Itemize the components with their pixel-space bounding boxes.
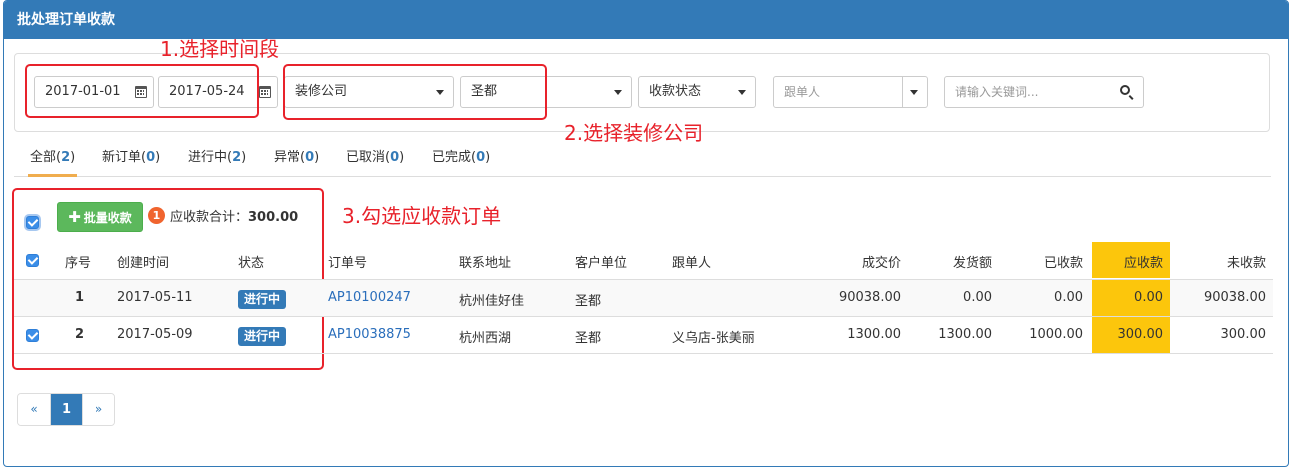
- header-checkbox[interactable]: [26, 254, 39, 267]
- col-deal-price: 成交价: [861, 256, 901, 271]
- next-page-button[interactable]: »: [82, 394, 114, 425]
- select-all-checkbox[interactable]: [26, 216, 39, 229]
- col-shipped: 发货额: [952, 256, 992, 271]
- status-badge: 进行中: [238, 290, 287, 309]
- order-link[interactable]: AP10100247: [328, 290, 411, 305]
- tab-new[interactable]: 新订单(0): [100, 144, 162, 177]
- row-no: 1: [75, 290, 85, 305]
- sum-label: 应收款合计：: [170, 210, 249, 225]
- row-received: 0.00: [1054, 290, 1083, 305]
- row-checkbox[interactable]: [26, 329, 39, 342]
- annotation-step3: 3.勾选应收款订单: [342, 204, 502, 228]
- col-created: 创建时间: [117, 256, 170, 271]
- col-address: 联系地址: [459, 256, 512, 271]
- col-customer: 客户单位: [575, 256, 628, 271]
- row-customer: 圣都: [575, 294, 602, 309]
- receivable-sum: 应收款合计：300.00: [170, 206, 298, 225]
- keyword-search-input[interactable]: 请输入关键词...: [944, 76, 1111, 108]
- payment-status-value: 收款状态: [649, 84, 702, 99]
- selected-count-badge: 1: [148, 207, 165, 224]
- row-follower: 义乌店-张美丽: [672, 331, 755, 346]
- row-deal-price: 90038.00: [838, 290, 901, 305]
- page-1-button[interactable]: 1: [50, 394, 82, 425]
- tab-completed[interactable]: 已完成(0): [430, 144, 492, 177]
- col-status: 状态: [238, 256, 265, 271]
- col-order-no: 订单号: [328, 256, 368, 271]
- caret-down-icon: [614, 90, 622, 95]
- batch-payment-label: 批量收款: [83, 211, 132, 225]
- row-created: 2017-05-09: [117, 327, 193, 342]
- divider: [902, 77, 903, 107]
- order-link[interactable]: AP10038875: [328, 327, 411, 342]
- tab-exception[interactable]: 异常(0): [272, 144, 321, 177]
- annotation-step2: 2.选择装修公司: [564, 121, 704, 145]
- row-address: 杭州西湖: [459, 331, 512, 346]
- row-customer: 圣都: [575, 331, 602, 346]
- row-receivable: 300.00: [1117, 327, 1164, 342]
- search-icon: [1120, 85, 1130, 95]
- prev-page-button[interactable]: «: [18, 394, 50, 425]
- row-unpaid: 90038.00: [1203, 290, 1266, 305]
- sum-value: 300.00: [248, 210, 299, 225]
- status-tabs: 全部(2) 新订单(0) 进行中(2) 异常(0) 已取消(0) 已完成(0): [14, 144, 1271, 177]
- row-no: 2: [75, 327, 85, 342]
- row-shipped: 0.00: [963, 290, 992, 305]
- row-unpaid: 300.00: [1220, 327, 1267, 342]
- caret-down-icon: [910, 90, 918, 95]
- batch-payment-button[interactable]: ✚ 批量收款: [57, 202, 143, 232]
- search-button[interactable]: [1110, 76, 1144, 108]
- row-deal-price: 1300.00: [847, 327, 901, 342]
- tab-in-progress[interactable]: 进行中(2): [186, 144, 248, 177]
- keyword-placeholder: 请输入关键词...: [955, 85, 1039, 99]
- annotation-box-company: [283, 64, 547, 120]
- annotation-step1: 1.选择时间段: [160, 37, 280, 61]
- plus-icon: ✚: [68, 208, 81, 226]
- tab-cancelled[interactable]: 已取消(0): [344, 144, 406, 177]
- col-no: 序号: [65, 256, 92, 271]
- tab-all[interactable]: 全部(2): [28, 144, 78, 177]
- status-badge: 进行中: [238, 327, 287, 346]
- row-created: 2017-05-11: [117, 290, 193, 305]
- col-follower: 跟单人: [672, 256, 712, 271]
- col-unpaid: 未收款: [1226, 256, 1266, 271]
- row-address: 杭州佳好佳: [459, 294, 525, 309]
- row-receivable: 0.00: [1134, 290, 1163, 305]
- row-shipped: 1300.00: [938, 327, 992, 342]
- calendar-icon[interactable]: [259, 86, 271, 98]
- pagination: « 1 »: [17, 393, 115, 426]
- caret-down-icon: [738, 90, 746, 95]
- table-bottom-border: [14, 353, 1273, 354]
- col-receivable: 应收款: [1123, 256, 1163, 271]
- follower-select[interactable]: 跟单人: [773, 76, 928, 108]
- payment-status-select[interactable]: 收款状态: [638, 76, 756, 108]
- col-received: 已收款: [1043, 256, 1083, 271]
- follower-placeholder: 跟单人: [784, 85, 821, 99]
- annotation-box-dates: [25, 64, 259, 118]
- row-received: 1000.00: [1029, 327, 1083, 342]
